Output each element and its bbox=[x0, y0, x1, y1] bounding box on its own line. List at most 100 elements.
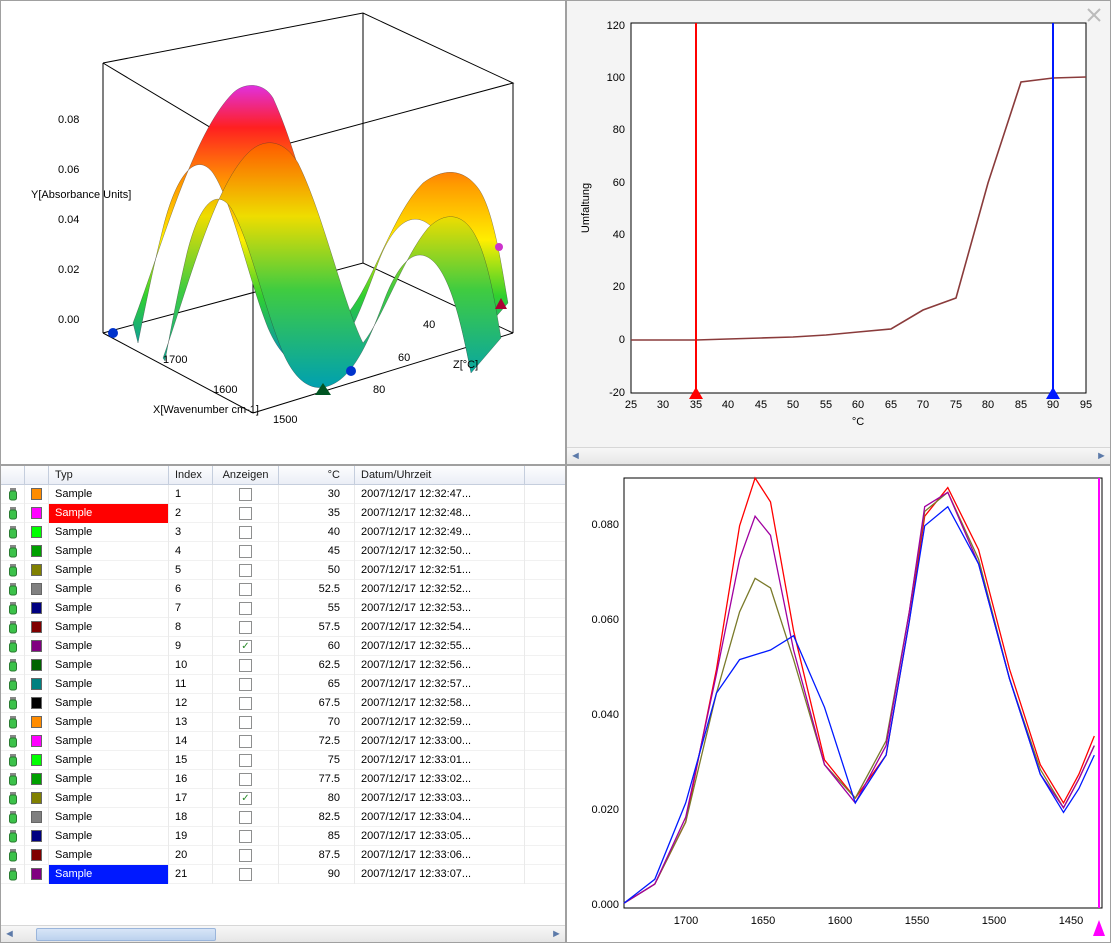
checkbox[interactable] bbox=[239, 868, 252, 881]
scroll-right-arrow-icon[interactable]: ► bbox=[548, 926, 565, 943]
header-temp[interactable]: °C bbox=[279, 466, 355, 484]
cell-anzeigen[interactable] bbox=[213, 713, 279, 732]
cell-anzeigen[interactable] bbox=[213, 618, 279, 637]
spectra-plot[interactable]: 0.000 0.020 0.040 0.060 0.080 1700 1650 … bbox=[569, 468, 1109, 942]
color-swatch bbox=[25, 656, 49, 675]
cell-index: 4 bbox=[169, 542, 213, 561]
table-row[interactable]: Sample15752007/12/17 12:33:01... bbox=[1, 751, 565, 770]
color-swatch bbox=[25, 637, 49, 656]
checkbox[interactable] bbox=[239, 849, 252, 862]
table-row[interactable]: Sample1677.52007/12/17 12:33:02... bbox=[1, 770, 565, 789]
checkbox[interactable] bbox=[239, 488, 252, 501]
checkbox[interactable] bbox=[239, 773, 252, 786]
cell-anzeigen[interactable] bbox=[213, 846, 279, 865]
svg-text:1500: 1500 bbox=[273, 414, 297, 426]
vial-icon bbox=[1, 618, 25, 637]
table-row[interactable]: Sample9✓602007/12/17 12:32:55... bbox=[1, 637, 565, 656]
cell-index: 9 bbox=[169, 637, 213, 656]
checkbox[interactable] bbox=[239, 811, 252, 824]
scroll-thumb[interactable] bbox=[36, 928, 216, 941]
header-anzeigen[interactable]: Anzeigen bbox=[213, 466, 279, 484]
checkbox[interactable] bbox=[239, 754, 252, 767]
table-row[interactable]: Sample1882.52007/12/17 12:33:04... bbox=[1, 808, 565, 827]
cell-temp: 55 bbox=[279, 599, 355, 618]
checkbox[interactable] bbox=[239, 716, 252, 729]
svg-text:75: 75 bbox=[950, 399, 962, 411]
cell-date: 2007/12/17 12:32:51... bbox=[355, 561, 525, 580]
header-index[interactable]: Index bbox=[169, 466, 213, 484]
checkbox[interactable] bbox=[239, 602, 252, 615]
cell-anzeigen[interactable] bbox=[213, 808, 279, 827]
checkbox[interactable] bbox=[239, 621, 252, 634]
cell-anzeigen[interactable] bbox=[213, 599, 279, 618]
cell-temp: 60 bbox=[279, 637, 355, 656]
cell-anzeigen[interactable] bbox=[213, 542, 279, 561]
checkbox[interactable] bbox=[239, 545, 252, 558]
table-row[interactable]: Sample652.52007/12/17 12:32:52... bbox=[1, 580, 565, 599]
table-row[interactable]: Sample5502007/12/17 12:32:51... bbox=[1, 561, 565, 580]
checkbox[interactable]: ✓ bbox=[239, 792, 252, 805]
table-h-scrollbar[interactable]: ◄ ► bbox=[1, 925, 565, 942]
cell-anzeigen[interactable] bbox=[213, 751, 279, 770]
table-row[interactable]: Sample21902007/12/17 12:33:07... bbox=[1, 865, 565, 884]
scroll-left-arrow-icon[interactable]: ◄ bbox=[567, 448, 584, 465]
scroll-left-arrow-icon[interactable]: ◄ bbox=[1, 926, 18, 943]
cell-anzeigen[interactable] bbox=[213, 523, 279, 542]
checkbox[interactable] bbox=[239, 830, 252, 843]
table-row[interactable]: Sample4452007/12/17 12:32:50... bbox=[1, 542, 565, 561]
table-row[interactable]: Sample13702007/12/17 12:32:59... bbox=[1, 713, 565, 732]
table-row[interactable]: Sample2352007/12/17 12:32:48... bbox=[1, 504, 565, 523]
table-row[interactable]: Sample1472.52007/12/17 12:33:00... bbox=[1, 732, 565, 751]
cell-anzeigen[interactable] bbox=[213, 770, 279, 789]
table-row[interactable]: Sample7552007/12/17 12:32:53... bbox=[1, 599, 565, 618]
table-body[interactable]: Sample1302007/12/17 12:32:47...Sample235… bbox=[1, 485, 565, 925]
table-row[interactable]: Sample1267.52007/12/17 12:32:58... bbox=[1, 694, 565, 713]
x-axis-label-3d: X[Wavenumber cm-1] bbox=[153, 404, 259, 416]
y-ticks-spectra: 0.000 0.020 0.040 0.060 0.080 bbox=[591, 519, 619, 911]
checkbox[interactable] bbox=[239, 697, 252, 710]
h-scrollbar[interactable]: ◄ ► bbox=[567, 447, 1110, 464]
checkbox[interactable] bbox=[239, 678, 252, 691]
cell-anzeigen[interactable] bbox=[213, 656, 279, 675]
checkbox[interactable] bbox=[239, 526, 252, 539]
checkbox[interactable] bbox=[239, 659, 252, 672]
surface-3d-plot[interactable]: 0.00 0.02 0.04 0.06 0.08 Y[Absorbance Un… bbox=[3, 3, 563, 463]
scroll-right-arrow-icon[interactable]: ► bbox=[1093, 448, 1110, 465]
header-typ[interactable]: Typ bbox=[49, 466, 169, 484]
table-row[interactable]: Sample1062.52007/12/17 12:32:56... bbox=[1, 656, 565, 675]
cell-anzeigen[interactable] bbox=[213, 827, 279, 846]
cell-anzeigen[interactable] bbox=[213, 504, 279, 523]
panel-sample-table: Typ Index Anzeigen °C Datum/Uhrzeit Samp… bbox=[0, 465, 566, 943]
checkbox[interactable] bbox=[239, 735, 252, 748]
cell-anzeigen[interactable] bbox=[213, 561, 279, 580]
cell-anzeigen[interactable] bbox=[213, 865, 279, 884]
cell-anzeigen[interactable] bbox=[213, 675, 279, 694]
cell-anzeigen[interactable] bbox=[213, 694, 279, 713]
color-swatch bbox=[25, 789, 49, 808]
table-row[interactable]: Sample1302007/12/17 12:32:47... bbox=[1, 485, 565, 504]
checkbox[interactable] bbox=[239, 583, 252, 596]
color-swatch bbox=[25, 694, 49, 713]
checkbox[interactable] bbox=[239, 564, 252, 577]
cell-anzeigen[interactable] bbox=[213, 732, 279, 751]
cell-anzeigen[interactable]: ✓ bbox=[213, 789, 279, 808]
table-row[interactable]: Sample3402007/12/17 12:32:49... bbox=[1, 523, 565, 542]
magenta-cursor-handle[interactable] bbox=[1093, 920, 1105, 936]
table-row[interactable]: Sample11652007/12/17 12:32:57... bbox=[1, 675, 565, 694]
cell-anzeigen[interactable] bbox=[213, 485, 279, 504]
header-date[interactable]: Datum/Uhrzeit bbox=[355, 466, 525, 484]
table-row[interactable]: Sample2087.52007/12/17 12:33:06... bbox=[1, 846, 565, 865]
table-row[interactable]: Sample17✓802007/12/17 12:33:03... bbox=[1, 789, 565, 808]
color-swatch bbox=[25, 523, 49, 542]
cell-temp: 70 bbox=[279, 713, 355, 732]
close-icon[interactable] bbox=[1086, 7, 1102, 26]
table-row[interactable]: Sample857.52007/12/17 12:32:54... bbox=[1, 618, 565, 637]
checkbox[interactable]: ✓ bbox=[239, 640, 252, 653]
checkbox[interactable] bbox=[239, 507, 252, 520]
cell-anzeigen[interactable]: ✓ bbox=[213, 637, 279, 656]
unfolding-plot[interactable]: -20 0 20 40 60 80 100 120 Umfaltung 25 3… bbox=[569, 3, 1109, 441]
cell-anzeigen[interactable] bbox=[213, 580, 279, 599]
svg-text:60: 60 bbox=[613, 177, 625, 189]
cell-typ: Sample bbox=[49, 637, 169, 656]
table-row[interactable]: Sample19852007/12/17 12:33:05... bbox=[1, 827, 565, 846]
